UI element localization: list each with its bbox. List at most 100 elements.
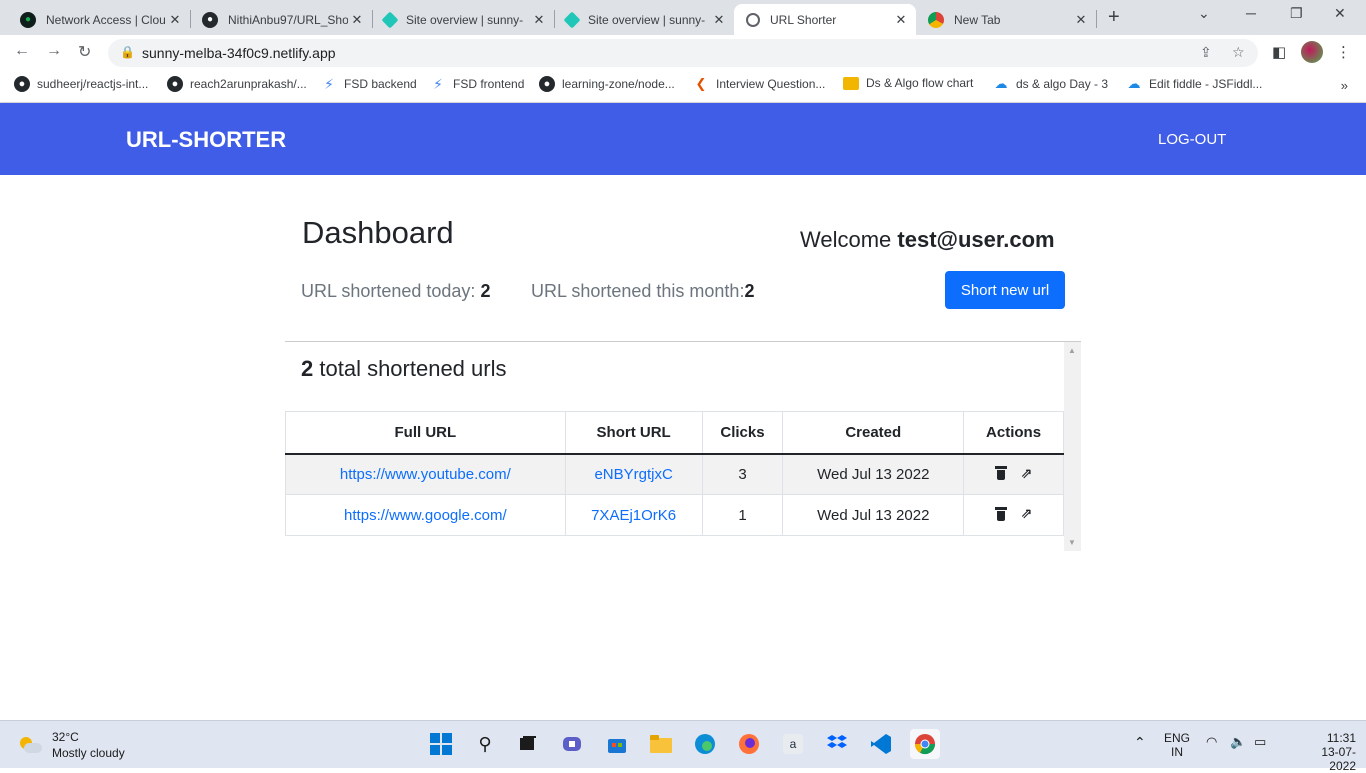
bolt-icon: ⚡ <box>324 75 334 92</box>
chevron-up-icon[interactable]: ⌃ <box>1134 735 1146 749</box>
forward-icon[interactable]: → <box>46 42 62 60</box>
bookmarks-bar: ● sudheerj/reactjs-int... ● reach2arunprak… <box>0 70 1366 103</box>
bookmark-item[interactable]: ● reach2arunprakash/... <box>167 76 307 92</box>
tab-url-shorter[interactable]: URL Shorter ✕ <box>734 4 916 35</box>
address-bar[interactable]: 🔒 sunny-melba-34f0c9.netlify.app ⇪ ☆ <box>108 39 1258 67</box>
cloud-icon: ☁ <box>1127 76 1141 91</box>
app-navbar: URL-SHORTER LOG-OUT <box>0 103 1366 175</box>
dropbox-icon[interactable] <box>822 729 852 759</box>
reload-icon[interactable]: ↻ <box>78 42 91 62</box>
tab-github-repo[interactable]: ● NithiAnbu97/URL_Sho ✕ <box>190 4 372 35</box>
urls-table: Full URL Short URL Clicks Created Action… <box>285 411 1064 536</box>
github-icon: ● <box>167 76 183 92</box>
trash-icon[interactable] <box>994 506 1007 521</box>
short-new-url-button[interactable]: Short new url <box>945 271 1065 309</box>
bookmark-item[interactable]: ● learning-zone/node... <box>539 76 675 92</box>
tab-site-overview-2[interactable]: Site overview | sunny- ✕ <box>554 4 734 35</box>
start-icon[interactable] <box>426 729 456 759</box>
volume-icon[interactable]: 🔈 <box>1230 735 1246 749</box>
vscode-icon[interactable] <box>866 729 896 759</box>
bookmark-item[interactable]: ❮ Interview Question... <box>693 76 826 92</box>
task-view-icon[interactable] <box>513 729 543 759</box>
netlify-icon <box>563 11 581 28</box>
bookmark-item[interactable]: ⚡ FSD backend <box>321 76 417 92</box>
share-page-icon[interactable]: ⇪ <box>1200 44 1212 61</box>
stat-month: URL shortened this month:2 <box>531 281 755 301</box>
lock-icon: 🔒 <box>120 45 135 59</box>
bookmark-star-icon[interactable]: ☆ <box>1232 44 1245 61</box>
created-cell: Wed Jul 13 2022 <box>782 453 965 495</box>
close-icon[interactable]: ✕ <box>166 12 184 28</box>
short-url-link[interactable]: 7XAEj1OrK6 <box>591 507 676 524</box>
minimize-icon[interactable]: ─ <box>1246 5 1256 21</box>
bookmark-item[interactable]: ☁ ds & algo Day - 3 <box>993 76 1109 92</box>
dashboard-page: Dashboard Welcome test@user.com URL shor… <box>0 175 1366 720</box>
battery-icon[interactable]: ▭ <box>1254 735 1266 749</box>
new-tab-button[interactable]: + <box>1108 6 1120 29</box>
share-icon[interactable]: ⇗ <box>1021 465 1033 482</box>
brand-logo[interactable]: URL-SHORTER <box>126 127 286 153</box>
chrome-taskbar-icon[interactable] <box>910 729 940 759</box>
bookmark-item[interactable]: ☁ Edit fiddle - JSFiddl... <box>1126 76 1263 92</box>
teams-chat-icon[interactable] <box>558 729 588 759</box>
logout-link[interactable]: LOG-OUT <box>1158 131 1226 148</box>
back-icon[interactable]: ← <box>14 42 30 60</box>
github-icon: ● <box>539 76 555 92</box>
share-icon[interactable]: ⇗ <box>1021 505 1033 522</box>
table-row: https://www.youtube.com/ eNBYrgtjxC 3 We… <box>285 453 1064 495</box>
menu-kebab-icon[interactable]: ⋮ <box>1336 43 1351 61</box>
trash-icon[interactable] <box>994 466 1007 480</box>
tab-network-access[interactable]: ● Network Access | Clou ✕ <box>8 4 190 35</box>
close-icon[interactable]: ✕ <box>530 12 548 28</box>
firefox-icon[interactable] <box>734 729 764 759</box>
bookmark-item[interactable]: Ds & Algo flow chart <box>843 76 973 90</box>
bookmark-item[interactable]: ⚡ FSD frontend <box>430 76 524 92</box>
svg-text:a: a <box>790 737 797 751</box>
mongodb-leaf-icon: ● <box>20 11 36 28</box>
profile-avatar[interactable] <box>1301 41 1323 63</box>
scroll-down-icon[interactable]: ▼ <box>1068 538 1076 547</box>
edge-icon[interactable] <box>690 729 720 759</box>
created-cell: Wed Jul 13 2022 <box>782 494 965 536</box>
full-url-link[interactable]: https://www.google.com/ <box>344 507 507 524</box>
welcome-message: Welcome test@user.com <box>800 227 1055 252</box>
page-title: Dashboard <box>302 215 454 250</box>
side-panel-icon[interactable]: ◧ <box>1272 43 1286 61</box>
close-icon[interactable]: ✕ <box>892 12 910 28</box>
column-header: Created <box>782 411 965 455</box>
file-explorer-icon[interactable] <box>646 729 676 759</box>
tab-search-icon[interactable]: ⌄ <box>1198 5 1210 22</box>
tab-site-overview-1[interactable]: Site overview | sunny- ✕ <box>372 4 554 35</box>
restore-icon[interactable]: ❐ <box>1290 5 1303 22</box>
github-icon: ● <box>14 76 30 92</box>
close-icon[interactable]: ✕ <box>348 12 366 28</box>
full-url-link[interactable]: https://www.youtube.com/ <box>340 466 511 483</box>
netlify-icon <box>381 11 399 28</box>
clock[interactable]: 11:31 13-07-2022 <box>1312 731 1356 773</box>
store-icon[interactable] <box>602 729 632 759</box>
folder-icon <box>843 76 859 90</box>
search-icon[interactable]: ⚲ <box>470 729 500 759</box>
wifi-icon[interactable]: ◠ <box>1206 735 1217 749</box>
stat-today: URL shortened today: 2 <box>301 281 491 301</box>
tab-new-tab[interactable]: New Tab ✕ <box>916 4 1096 35</box>
short-url-link[interactable]: eNBYrgtjxC <box>594 466 672 483</box>
close-icon[interactable]: ✕ <box>1072 12 1090 28</box>
chrome-icon <box>928 11 944 28</box>
clicks-cell: 1 <box>701 494 784 536</box>
scroll-up-icon[interactable]: ▲ <box>1068 346 1076 355</box>
github-icon: ● <box>202 11 218 28</box>
bookmarks-overflow-icon[interactable]: » <box>1341 78 1348 93</box>
clicks-cell: 3 <box>701 453 784 495</box>
amazon-icon[interactable]: a <box>778 729 808 759</box>
card-scrollbar[interactable]: ▲ ▼ <box>1064 342 1081 551</box>
close-icon[interactable]: ✕ <box>710 12 728 28</box>
os-taskbar: 32°C Mostly cloudy ⚲ a ⌃ ENG IN ◠ 🔈 ▭ 11… <box>0 720 1366 773</box>
bookmark-item[interactable]: ● sudheerj/reactjs-int... <box>14 76 148 92</box>
weather-widget[interactable]: 32°C Mostly cloudy <box>18 729 125 761</box>
bolt-icon: ⚡ <box>433 75 443 92</box>
urls-card: 2 total shortened urls Full URL Short UR… <box>285 341 1081 551</box>
column-header: Clicks <box>701 411 784 455</box>
language-indicator[interactable]: ENG IN <box>1164 731 1190 759</box>
close-window-icon[interactable]: ✕ <box>1334 5 1346 22</box>
